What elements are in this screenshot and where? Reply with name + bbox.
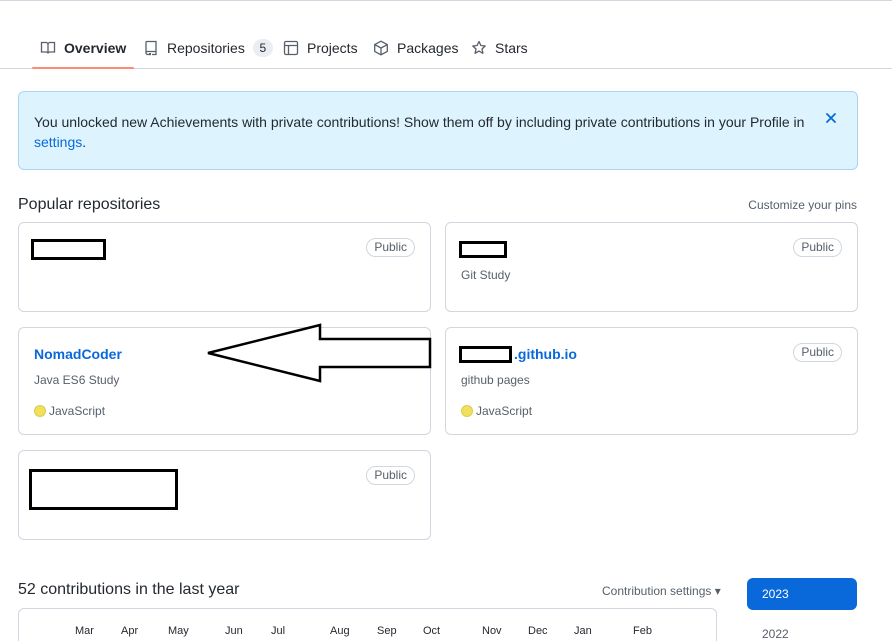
contribution-settings-dropdown[interactable]: Contribution settings ▾ — [602, 584, 721, 598]
star-icon — [472, 40, 486, 54]
repo-card: .github.io Public github pages JavaScrip… — [445, 327, 858, 435]
visibility-badge: Public — [366, 238, 415, 257]
month-label: May — [168, 625, 189, 637]
month-label: Apr — [121, 625, 139, 637]
package-icon — [374, 40, 388, 56]
table-icon — [283, 40, 299, 56]
customize-pins-link[interactable]: Customize your pins — [748, 198, 857, 212]
repo-language-label: JavaScript — [476, 404, 533, 418]
repo-card: Public — [18, 222, 431, 312]
redacted-repo-name — [459, 241, 507, 258]
month-label: Feb — [633, 625, 652, 637]
repo-name-link[interactable]: NomadCoder — [34, 346, 122, 362]
popular-repositories-title: Popular repositories — [18, 196, 161, 213]
month-label: Jul — [271, 625, 286, 637]
month-label: Jun — [225, 625, 243, 637]
month-label: Aug — [330, 625, 350, 637]
banner-text: You unlocked new Achievements with priva… — [34, 114, 805, 130]
contributions-title: 52 contributions in the last year — [18, 581, 240, 598]
achievements-banner: You unlocked new Achievements with priva… — [18, 91, 858, 170]
close-icon[interactable] — [823, 110, 839, 126]
redacted-repo-name — [459, 346, 512, 363]
repo-description: github pages — [461, 373, 530, 387]
tab-repositories[interactable]: Repositories 5 — [135, 28, 281, 68]
tab-packages-label: Packages — [397, 40, 459, 56]
repo-language-label: JavaScript — [49, 404, 106, 418]
banner-text-end: . — [82, 134, 87, 150]
visibility-badge: Public — [793, 343, 842, 362]
repo-name-link[interactable]: .github.io — [514, 346, 577, 362]
repo-icon — [145, 40, 157, 56]
tab-projects[interactable]: Projects — [275, 28, 366, 68]
redacted-repo-name — [29, 469, 178, 510]
tab-overview[interactable]: Overview — [32, 28, 135, 69]
repo-description: Git Study — [461, 268, 511, 282]
tab-packages[interactable]: Packages — [365, 28, 466, 68]
month-label: Sep — [377, 625, 397, 637]
tab-stars[interactable]: Stars — [463, 28, 536, 68]
month-label: Mar — [75, 625, 94, 637]
month-label: Jan — [574, 625, 592, 637]
language-color-dot — [34, 405, 46, 417]
repo-card: Public — [18, 450, 431, 540]
year-button-2023[interactable]: 2023 — [747, 578, 857, 610]
visibility-badge: Public — [793, 238, 842, 257]
tab-stars-label: Stars — [495, 40, 528, 56]
repo-language: JavaScript — [34, 404, 105, 418]
tab-projects-label: Projects — [307, 40, 358, 56]
tab-repositories-label: Repositories — [167, 40, 245, 56]
month-label: Oct — [423, 625, 441, 637]
year-link-2022[interactable]: 2022 — [762, 627, 789, 641]
redacted-repo-name — [31, 239, 106, 260]
tab-overview-label: Overview — [64, 40, 127, 56]
visibility-badge: Public — [366, 466, 415, 485]
repositories-count-badge: 5 — [252, 39, 273, 57]
book-icon — [40, 41, 56, 54]
repo-card: Public Git Study — [445, 222, 858, 312]
profile-tab-nav: Overview Repositories 5 Projects Package… — [0, 0, 892, 69]
language-color-dot — [461, 405, 473, 417]
repo-language: JavaScript — [461, 404, 532, 418]
month-label: Nov — [482, 625, 502, 637]
repo-description: Java ES6 Study — [34, 373, 120, 387]
month-label: Dec — [528, 625, 548, 637]
banner-settings-link[interactable]: settings — [34, 134, 82, 150]
annotation-arrow-icon — [207, 323, 432, 383]
